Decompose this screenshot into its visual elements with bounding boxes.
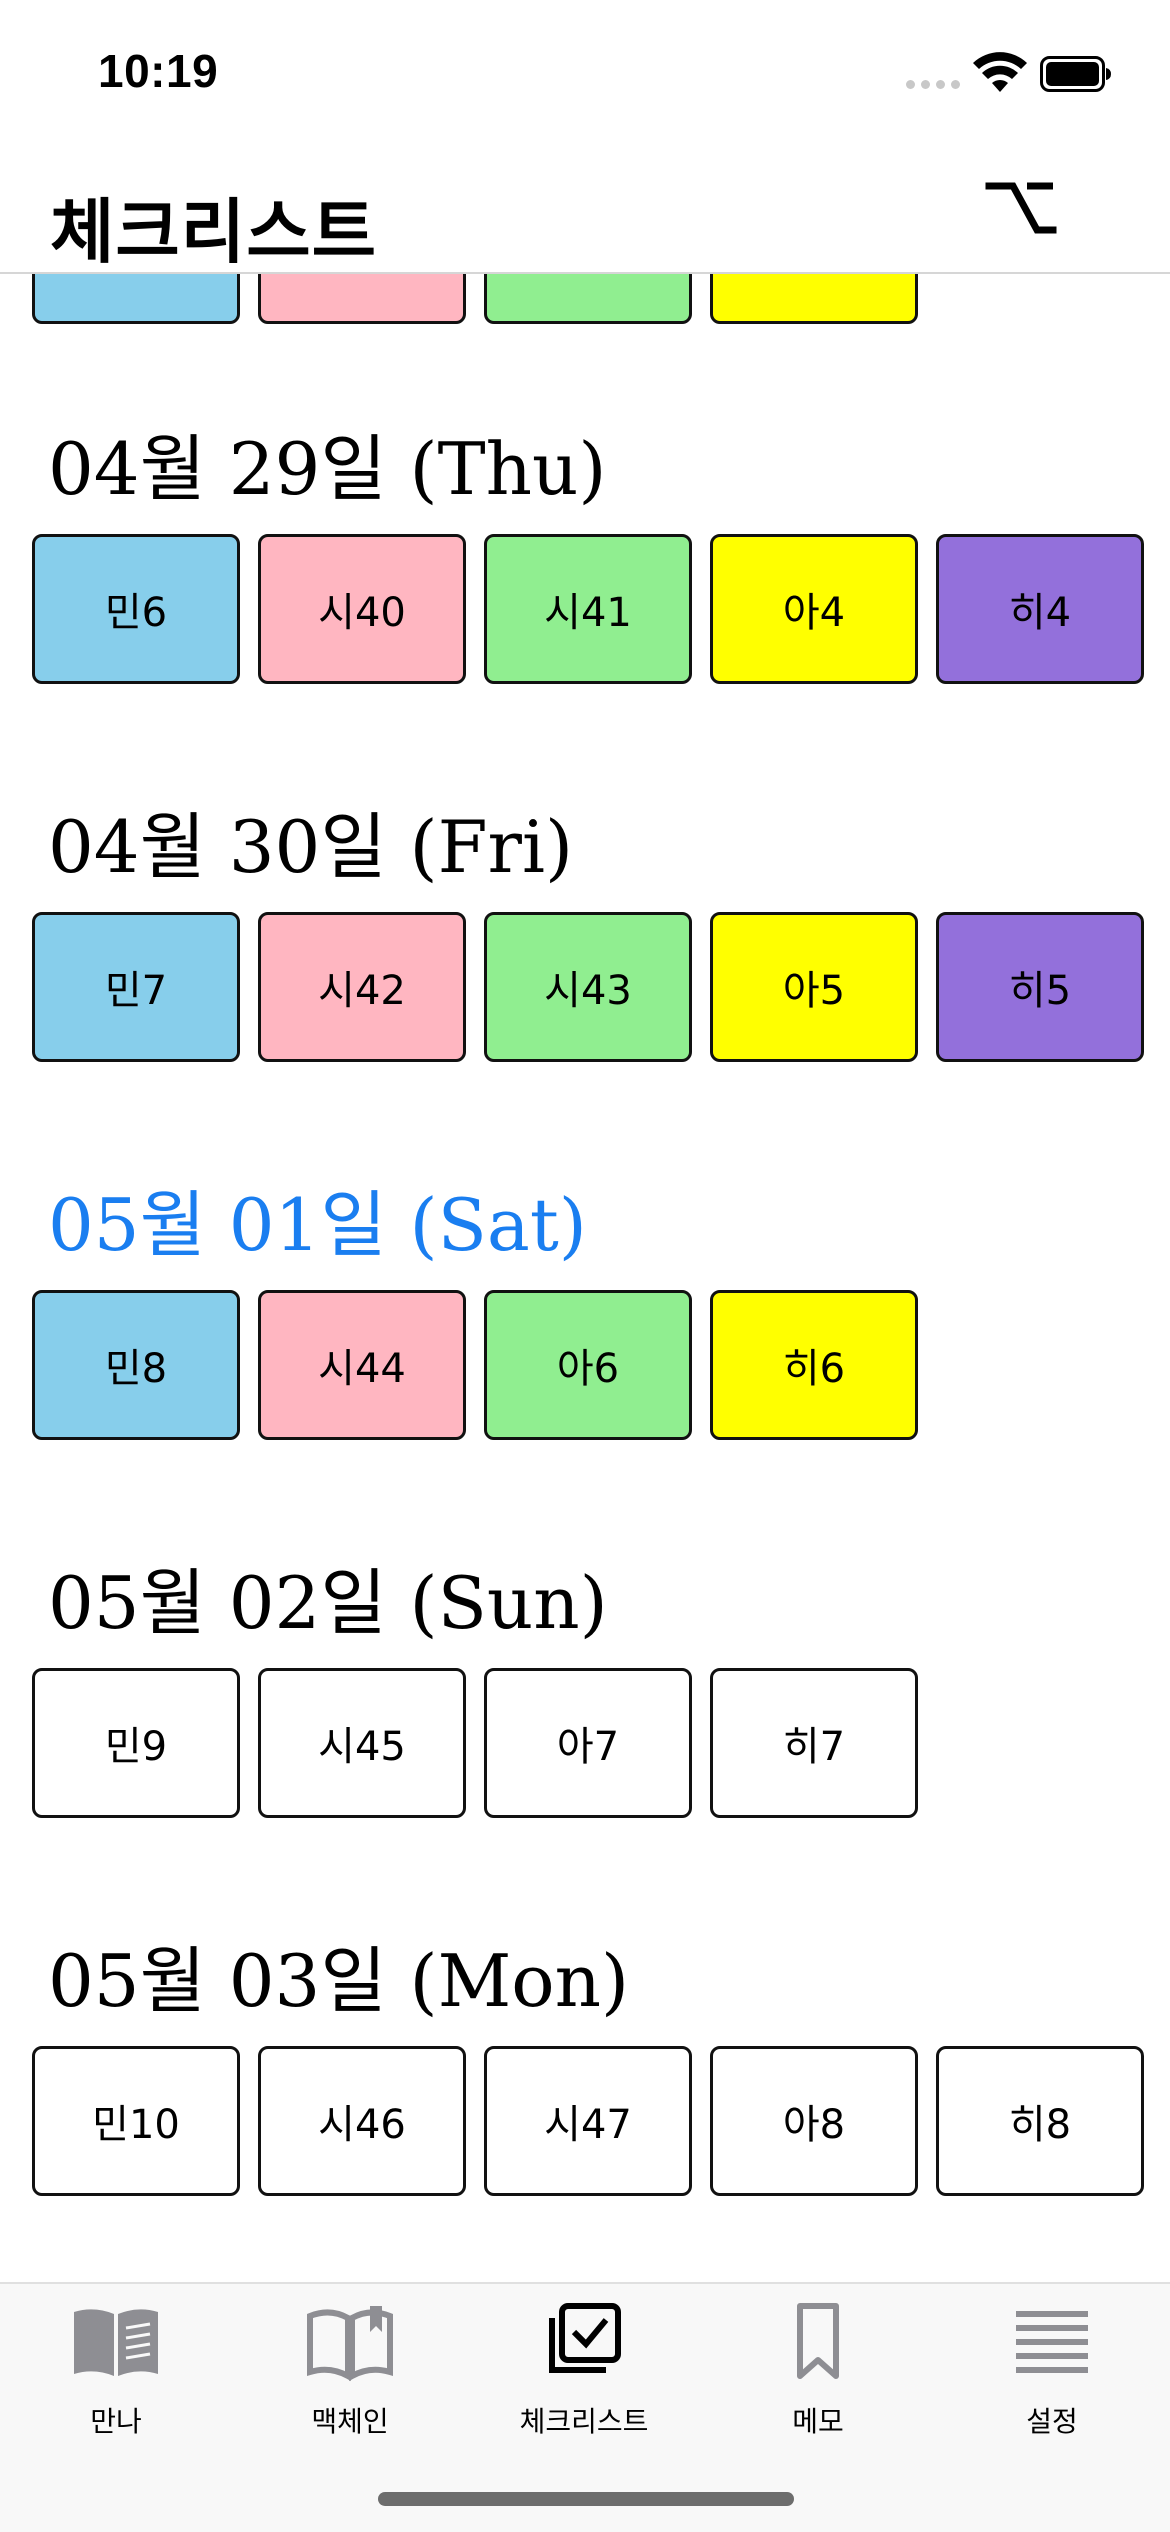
tab-menu-lines[interactable]: 설정 [952, 2302, 1152, 2452]
reading-chip[interactable]: 아8 [710, 2046, 918, 2196]
reading-chip[interactable]: 민6 [32, 534, 240, 684]
reading-chip[interactable]: 민9 [32, 1668, 240, 1818]
reading-chip-row: 민10 시46 시47 아8 히8 [32, 2046, 1144, 2196]
battery-icon [1040, 56, 1111, 92]
reading-chip[interactable]: 히4 [936, 534, 1144, 684]
reading-chip[interactable] [710, 274, 918, 324]
reading-chip[interactable]: 시47 [484, 2046, 692, 2196]
reading-chip[interactable]: 시45 [258, 1668, 466, 1818]
navigation-bar: 체크리스트 [0, 150, 1170, 274]
tab-label: 만나 [90, 2405, 142, 2438]
reading-chip-row: 민8 시44 아6 히6 [32, 1290, 918, 1440]
reading-chip[interactable]: 히6 [710, 1290, 918, 1440]
tab-label: 설정 [1026, 2405, 1078, 2438]
status-time: 10:19 [98, 45, 219, 97]
reading-chip-row: 민7 시42 시43 아5 히5 [32, 912, 1144, 1062]
reading-chip[interactable]: 시41 [484, 534, 692, 684]
reading-chip[interactable]: 히5 [936, 912, 1144, 1062]
checklist-scroll-view[interactable]: 04월 29일 (Thu) 민6 시40 시41 아4 히4 04월 30일 (Fri) 민7… [0, 274, 1170, 2282]
tab-open-book-filled[interactable]: 만나 [16, 2302, 216, 2452]
wifi-icon [973, 52, 1027, 92]
tab-label: 체크리스트 [519, 2405, 649, 2438]
reading-chip[interactable]: 민10 [32, 2046, 240, 2196]
reading-chip-row: 민9 시45 아7 히7 [32, 1668, 918, 1818]
reading-chip[interactable]: 아7 [484, 1668, 692, 1818]
tab-label: 맥체인 [311, 2405, 389, 2438]
tab-checklist[interactable]: 체크리스트 [484, 2302, 684, 2452]
menu-lines-icon [1006, 2302, 1098, 2386]
reading-chip[interactable]: 시44 [258, 1290, 466, 1440]
cellular-signal-icon [906, 80, 960, 89]
reading-chip-row [32, 274, 918, 324]
page-title: 체크리스트 [50, 191, 377, 273]
reading-chip[interactable]: 민8 [32, 1290, 240, 1440]
checklist-icon [538, 2302, 630, 2386]
reading-chip[interactable]: 히7 [710, 1668, 918, 1818]
reading-chip[interactable]: 시43 [484, 912, 692, 1062]
day-header-today: 05월 01일 (Sat) [48, 1183, 587, 1267]
reading-chip[interactable] [258, 274, 466, 324]
day-header: 04월 29일 (Thu) [48, 427, 607, 511]
day-header: 05월 02일 (Sun) [48, 1561, 608, 1645]
option-key-icon[interactable] [985, 174, 1057, 238]
tab-label: 메모 [792, 2405, 844, 2438]
tab-open-book-outline[interactable]: 맥체인 [250, 2302, 450, 2452]
day-header: 05월 03일 (Mon) [48, 1939, 630, 2023]
reading-chip[interactable]: 민7 [32, 912, 240, 1062]
reading-chip[interactable]: 아6 [484, 1290, 692, 1440]
reading-chip[interactable]: 아5 [710, 912, 918, 1062]
open-book-outline-icon [304, 2302, 396, 2386]
reading-chip[interactable]: 시42 [258, 912, 466, 1062]
bookmark-icon [772, 2302, 864, 2386]
reading-chip[interactable]: 아4 [710, 534, 918, 684]
reading-chip[interactable]: 히8 [936, 2046, 1144, 2196]
reading-chip-row: 민6 시40 시41 아4 히4 [32, 534, 1144, 684]
reading-chip[interactable] [32, 274, 240, 324]
tab-bookmark[interactable]: 메모 [718, 2302, 918, 2452]
reading-chip[interactable] [484, 274, 692, 324]
reading-chip[interactable]: 시46 [258, 2046, 466, 2196]
open-book-filled-icon [70, 2302, 162, 2386]
day-header: 04월 30일 (Fri) [48, 805, 574, 889]
home-indicator [378, 2492, 794, 2506]
status-bar: 10:19 [0, 0, 1170, 150]
reading-chip[interactable]: 시40 [258, 534, 466, 684]
